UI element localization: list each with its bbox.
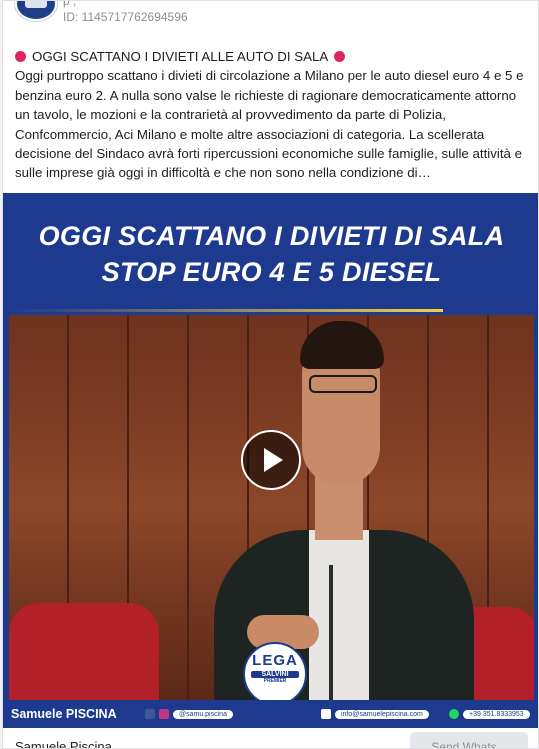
- instagram-icon: [159, 709, 169, 719]
- whatsapp-icon: [449, 709, 459, 719]
- ad-id: ID: 1145717762694596: [63, 10, 188, 24]
- email-text: info@samuelepiscina.com: [335, 709, 429, 719]
- contact-email: info@samuelepiscina.com: [321, 709, 429, 719]
- page-avatar-image: [25, 1, 47, 8]
- red-circle-icon: [15, 51, 26, 63]
- lega-logo-subtext: SALVINI: [251, 671, 299, 678]
- contact-phone: +39 351.8333953: [449, 709, 530, 719]
- lega-logo-tag: PREMIER: [263, 678, 287, 684]
- facebook-icon: [145, 709, 155, 719]
- red-chair: [9, 603, 159, 700]
- post-headline-text: OGGI SCATTANO I DIVIETI ALLE AUTO DI SAL…: [32, 49, 329, 64]
- post-body: Oggi purtroppo scattano i divieti di cir…: [15, 68, 524, 181]
- media-bottom-bar: Samuele PISCINA @samu.piscina info@samue…: [3, 700, 538, 728]
- social-handle: @samu.piscina: [173, 709, 233, 719]
- media-title-line1: OGGI SCATTANO I DIVIETI DI SALA: [38, 221, 505, 251]
- yellow-stripe: [11, 309, 443, 312]
- lega-logo-text: LEGA: [252, 652, 298, 669]
- email-icon: [321, 709, 331, 719]
- social-handles: @samu.piscina: [145, 709, 233, 719]
- post-text: OGGI SCATTANO I DIVIETI ALLE AUTO DI SAL…: [15, 47, 530, 183]
- video-media[interactable]: OGGI SCATTANO I DIVIETI DI SALA STOP EUR…: [3, 193, 538, 728]
- speaker-shirt: [309, 530, 369, 700]
- microphone: [329, 565, 333, 700]
- lega-logo: LEGA SALVINI PREMIER: [243, 642, 307, 706]
- red-circle-icon: [334, 51, 346, 63]
- media-title-line2: STOP EURO 4 E 5 DIESEL: [101, 257, 442, 287]
- send-whatsapp-button[interactable]: Send Whats...: [410, 732, 528, 748]
- advertiser-name[interactable]: Samuele Piscina: [15, 739, 112, 748]
- play-icon[interactable]: [241, 430, 301, 490]
- page-avatar[interactable]: [15, 1, 57, 21]
- speaker-name: Samuele PISCINA: [11, 707, 117, 721]
- ad-meta-line: p ,: [63, 0, 77, 8]
- speaker-glasses: [309, 375, 377, 393]
- ad-card: p , ID: 1145717762694596 OGGI SCATTANO I…: [2, 0, 539, 749]
- post-headline: OGGI SCATTANO I DIVIETI ALLE AUTO DI SAL…: [15, 47, 530, 66]
- phone-text: +39 351.8333953: [463, 709, 530, 719]
